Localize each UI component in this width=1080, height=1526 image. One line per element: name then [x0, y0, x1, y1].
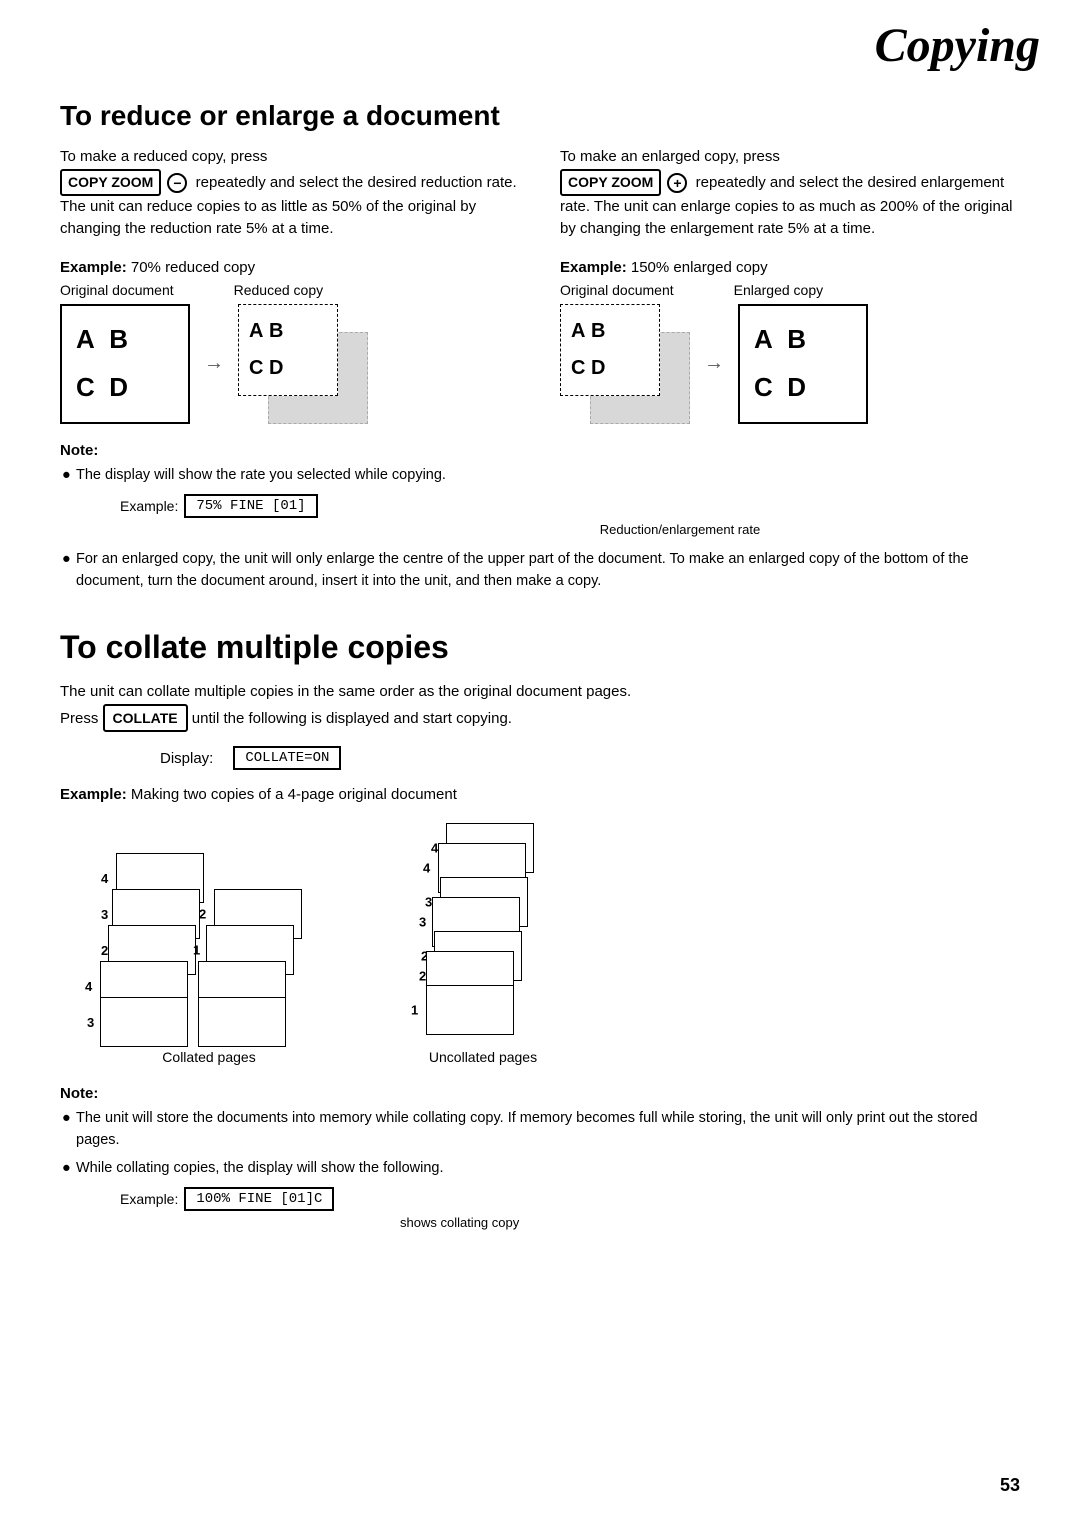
collate-display-example-row: Example: 100% FINE [01]C	[120, 1187, 1020, 1211]
left-col-intro: To make a reduced copy, press COPY ZOOM …	[60, 146, 520, 241]
orig-small-doc: A B C D	[560, 304, 660, 396]
sheet-1-front	[198, 997, 286, 1047]
collated-stack-front: 2 1	[198, 853, 318, 1043]
left-doc-pair: A B C D → A B C D	[60, 304, 520, 424]
right-diagram-labels: Original document Enlarged copy	[560, 282, 1020, 298]
collate-heading: To collate multiple copies	[60, 629, 1020, 666]
display-box-reduce: 75% FINE [01]	[184, 494, 317, 518]
uc-1top: 1	[426, 985, 514, 1035]
right-diagram: Example: 150% enlarged copy Original doc…	[560, 259, 1020, 424]
copy-zoom-right: COPY ZOOM	[560, 169, 661, 196]
left-intro-text: To make a reduced copy, press	[60, 148, 267, 165]
collate-example-label: Example: Making two copies of a 4-page o…	[60, 786, 1020, 803]
right-intro-text: To make an enlarged copy, press	[560, 148, 780, 165]
collate-note-label: Note:	[60, 1085, 1020, 1102]
copy-zoom-left: COPY ZOOM	[60, 169, 161, 196]
collate-note-item1: The unit will store the documents into m…	[76, 1108, 1020, 1152]
collated-stacks: 4 3 2 4 3 2	[100, 853, 318, 1043]
right-example-label: Example: 150% enlarged copy	[560, 259, 1020, 276]
display-example-row: Example: 75% FINE [01]	[120, 494, 1020, 518]
right-doc-pair: A B C D → A B C D	[560, 304, 1020, 424]
collated-label: Collated pages	[162, 1049, 255, 1065]
collate-display-row: Display: COLLATE=ON	[160, 746, 1020, 770]
page-number: 53	[1000, 1475, 1020, 1496]
display-box-collate-note: 100% FINE [01]C	[184, 1187, 334, 1211]
left-diagram-labels: Original document Reduced copy	[60, 282, 520, 298]
sheet-0-back: 3	[100, 997, 188, 1047]
reduce-note-section: Note: The display will show the rate you…	[60, 442, 1020, 593]
right-col-intro: To make an enlarged copy, press COPY ZOO…	[560, 146, 1020, 241]
diagram-area: Example: 70% reduced copy Original docum…	[60, 259, 1020, 424]
reduction-label: Reduction/enlargement rate	[340, 522, 1020, 537]
enlarge-arrow-icon: →	[698, 352, 730, 375]
reduce-note-item2: For an enlarged copy, the unit will only…	[76, 549, 1020, 593]
uncollated-label: Uncollated pages	[429, 1049, 537, 1065]
collate-note-section: Note: The unit will store the documents …	[60, 1085, 1020, 1230]
uncollated-group: 4 4 3 3 2 2	[418, 823, 548, 1065]
reduce-arrow-icon: →	[198, 352, 230, 375]
orig-doc-left: A B C D	[60, 304, 190, 424]
left-diagram: Example: 70% reduced copy Original docum…	[60, 259, 520, 424]
reduce-note-item1: The display will show the rate you selec…	[76, 465, 1020, 487]
minus-button-icon: −	[167, 173, 187, 193]
collate-key: COLLATE	[103, 704, 188, 732]
collated-group: 4 3 2 4 3 2	[100, 853, 318, 1065]
reduce-enlarge-heading: To reduce or enlarge a document	[60, 100, 1020, 132]
uncollated-stack: 4 4 3 3 2 2	[418, 823, 548, 1043]
collate-stacks-area: 4 3 2 4 3 2	[100, 823, 980, 1065]
collate-note-item2: While collating copies, the display will…	[76, 1158, 1020, 1180]
plus-button-icon: +	[667, 173, 687, 193]
reduce-enlarge-intro: To make a reduced copy, press COPY ZOOM …	[60, 146, 1020, 241]
reduced-doc: A B C D	[238, 304, 338, 396]
reduce-note-label: Note:	[60, 442, 1020, 459]
collate-intro: The unit can collate multiple copies in …	[60, 680, 1020, 732]
page-title: Copying	[875, 18, 1040, 73]
enlarged-doc: A B C D	[738, 304, 868, 424]
orig-small-container: A B C D	[560, 304, 690, 424]
collate-display-caption: shows collating copy	[400, 1215, 1020, 1230]
display-box-collate: COLLATE=ON	[233, 746, 341, 770]
uncollated-stacks: 4 4 3 3 2 2	[418, 823, 548, 1043]
left-example-label: Example: 70% reduced copy	[60, 259, 520, 276]
reduced-doc-container: A B C D	[238, 304, 368, 424]
